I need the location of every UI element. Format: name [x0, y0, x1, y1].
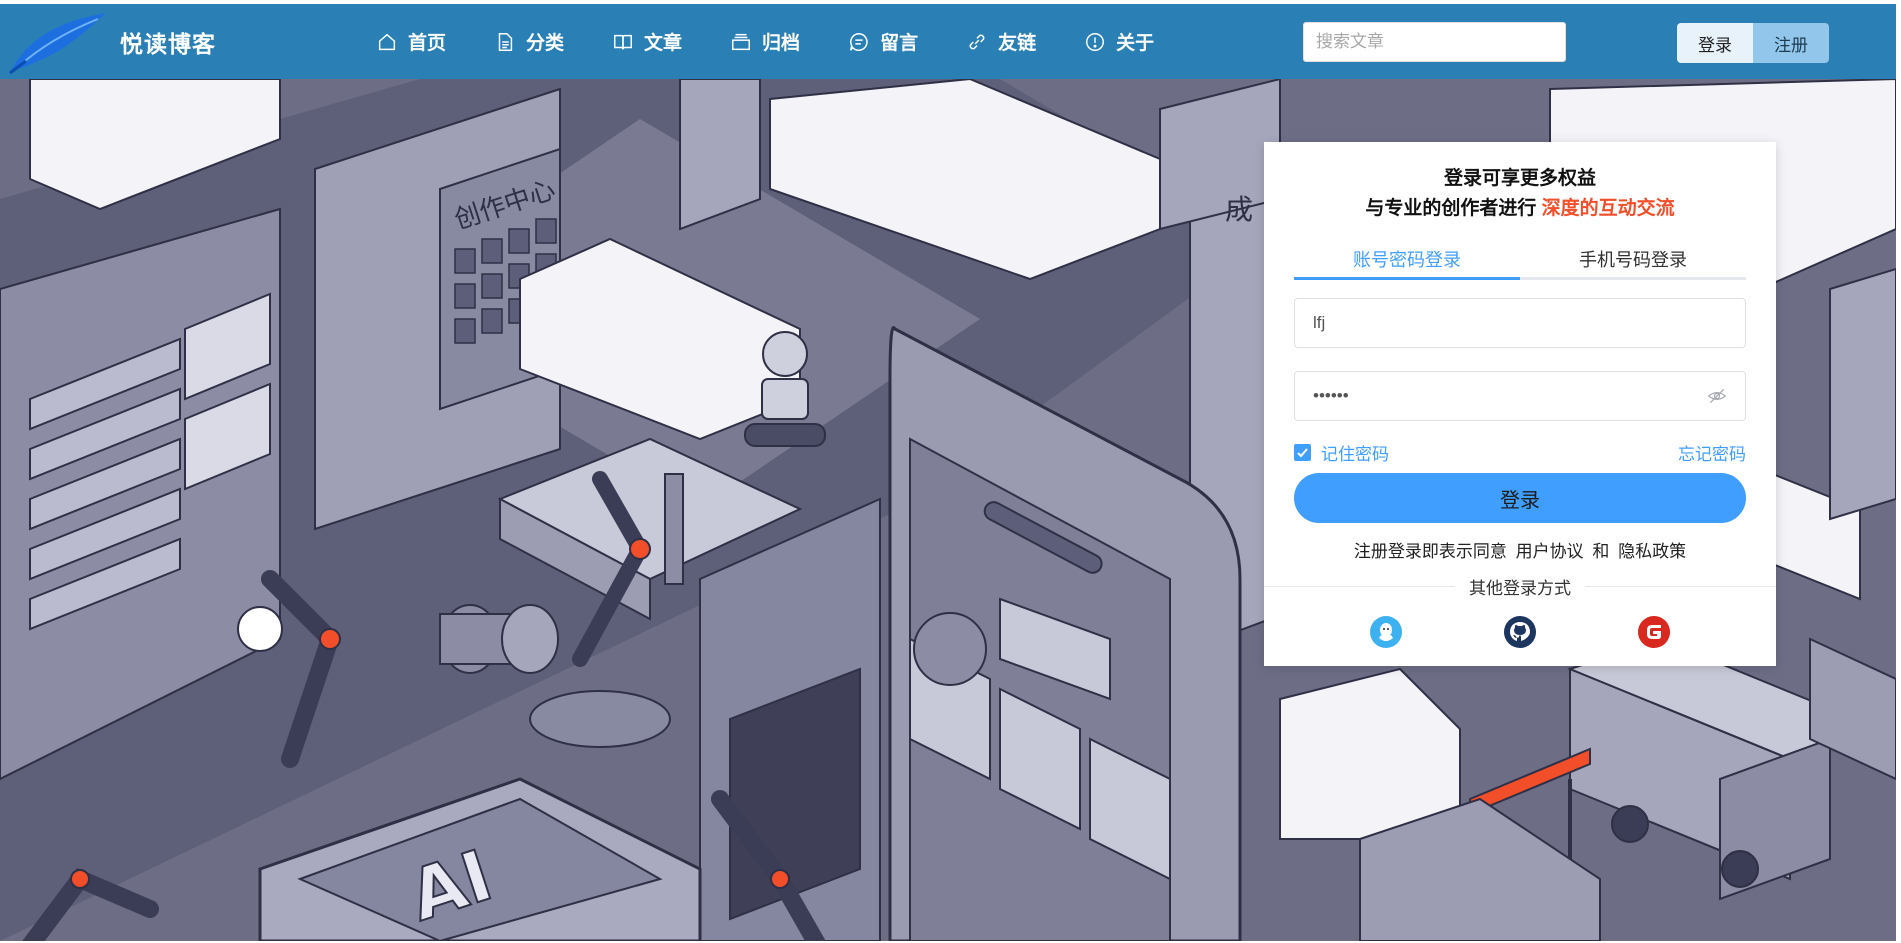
nav-label: 文章: [644, 33, 683, 54]
nav-item-category[interactable]: 分类: [494, 22, 564, 62]
nav-label: 留言: [880, 33, 919, 54]
privacy-policy-link[interactable]: 隐私政策: [1618, 542, 1686, 561]
info-icon: [1086, 32, 1105, 51]
search-input[interactable]: [1303, 22, 1566, 62]
tab-phone[interactable]: 手机号码登录: [1520, 240, 1746, 277]
nav-item-articles[interactable]: 文章: [612, 22, 682, 62]
divider-line: [1264, 585, 1455, 587]
qq-icon[interactable]: [1370, 616, 1402, 648]
nav-item-guestbook[interactable]: 留言: [848, 22, 918, 62]
login-submit-button[interactable]: 登录: [1294, 473, 1746, 523]
password-field-wrapper: [1294, 371, 1746, 421]
login-tabs: 账号密码登录 手机号码登录: [1294, 240, 1746, 280]
eye-hidden-icon[interactable]: [1707, 386, 1727, 406]
main-nav: 首页 分类 文章 归档 留言 友链 关于: [376, 22, 1202, 62]
divider-line: [1585, 585, 1776, 587]
nav-label: 首页: [408, 33, 447, 54]
subtitle-highlight: 深度的互动交流: [1541, 198, 1675, 219]
side-sign: 成: [1225, 193, 1253, 226]
check-icon: [1297, 448, 1308, 458]
forgot-password-link[interactable]: 忘记密码: [1678, 440, 1746, 465]
header-login-button[interactable]: 登录: [1677, 23, 1753, 63]
home-icon: [378, 33, 396, 50]
nav-label: 友链: [998, 33, 1037, 54]
agreement-and: 和: [1592, 542, 1610, 561]
top-navbar: 悦读博客 首页 分类 文章 归档 留言 友链 关于 搜索文章 登录 注册: [0, 4, 1896, 79]
username-input[interactable]: [1313, 313, 1727, 333]
nav-item-home[interactable]: 首页: [376, 22, 446, 62]
username-field-wrapper: [1294, 298, 1746, 348]
brand[interactable]: 悦读博客: [8, 9, 368, 75]
gitee-icon[interactable]: [1638, 616, 1670, 648]
login-title: 登录可享更多权益: [1443, 168, 1596, 189]
header-register-button[interactable]: 注册: [1753, 23, 1829, 63]
agreement-prefix: 注册登录即表示同意: [1353, 542, 1507, 561]
nav-label: 归档: [762, 33, 801, 54]
password-input[interactable]: [1313, 386, 1707, 406]
other-login-label: 其他登录方式: [1469, 578, 1571, 598]
remember-checkbox[interactable]: [1294, 444, 1311, 461]
archive-icon: [732, 33, 751, 50]
feather-logo-icon: [9, 12, 106, 74]
social-login: [1264, 616, 1776, 650]
subtitle-prefix: 与专业的创作者进行: [1365, 198, 1537, 219]
nav-item-about[interactable]: 关于: [1084, 22, 1154, 62]
nav-label: 关于: [1116, 33, 1155, 54]
github-icon[interactable]: [1504, 616, 1536, 648]
link-icon: [969, 34, 985, 49]
other-login-divider: 其他登录方式: [1264, 574, 1776, 598]
message-icon: [850, 32, 868, 51]
login-subtitle: 与专业的创作者进行 深度的互动交流: [1264, 194, 1776, 224]
book-icon: [614, 34, 633, 49]
remember-password[interactable]: 记住密码: [1294, 440, 1389, 465]
login-card: 登录可享更多权益 与专业的创作者进行 深度的互动交流 账号密码登录 手机号码登录…: [1264, 142, 1776, 666]
document-icon: [498, 32, 513, 51]
site-name: 悦读博客: [120, 30, 216, 57]
remember-label: 记住密码: [1321, 445, 1389, 464]
nav-item-archive[interactable]: 归档: [730, 22, 800, 62]
nav-item-friend-links[interactable]: 友链: [966, 22, 1036, 62]
auth-buttons: 登录 注册: [1677, 23, 1829, 63]
nav-label: 分类: [526, 33, 565, 54]
agreement-text: 注册登录即表示同意 用户协议 和 隐私政策: [1264, 537, 1776, 562]
user-agreement-link[interactable]: 用户协议: [1516, 542, 1584, 561]
tab-account-password[interactable]: 账号密码登录: [1294, 240, 1520, 280]
